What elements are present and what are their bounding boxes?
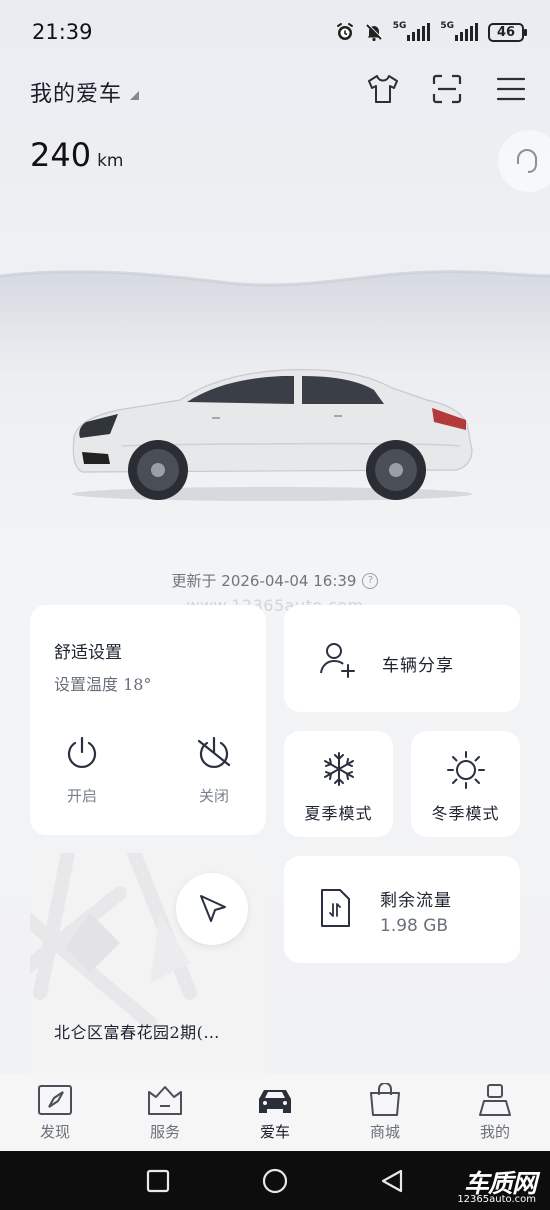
vehicle-share-card[interactable]: 车辆分享 — [284, 605, 520, 712]
dropdown-icon — [130, 90, 140, 100]
navigation-arrow-icon — [200, 895, 226, 922]
circle-icon — [262, 1168, 288, 1194]
comfort-on-label: 开启 — [66, 787, 97, 805]
tab-label: 爱车 — [259, 1123, 290, 1141]
power-icon — [67, 736, 97, 768]
car-image — [72, 369, 473, 501]
vehicle-share-label: 车辆分享 — [382, 656, 454, 676]
power-off-icon — [197, 736, 231, 768]
car-icon — [259, 1090, 291, 1113]
mute-icon — [364, 22, 384, 42]
tab-label: 商城 — [369, 1123, 400, 1141]
update-timestamp: 更新于 2026-04-04 16:39 ? — [0, 570, 550, 591]
profile-icon — [479, 1084, 511, 1116]
headset-icon — [517, 149, 537, 173]
comfort-title: 舒适设置 — [54, 643, 122, 663]
tab-profile[interactable]: 我的 — [440, 1073, 550, 1151]
square-icon — [146, 1169, 170, 1193]
navigate-button[interactable] — [176, 873, 248, 945]
page-title: 我的爱车 — [30, 82, 123, 107]
summer-mode-label: 夏季模式 — [304, 804, 373, 823]
winter-mode-button[interactable]: 冬季模式 — [411, 731, 520, 837]
comfort-off-label: 关闭 — [198, 787, 229, 805]
tab-mall[interactable]: 商城 — [330, 1073, 440, 1151]
brand-sub: 12365auto.com — [457, 1194, 536, 1205]
car-selector[interactable]: 我的爱车 — [30, 76, 140, 108]
shopping-bag-icon — [370, 1083, 400, 1116]
mileage-unit: km — [97, 151, 124, 171]
tab-my-car[interactable]: 爱车 — [220, 1073, 330, 1151]
status-time: 21:39 — [32, 20, 93, 44]
comfort-settings-card[interactable]: 舒适设置 设置温度 18° 开启 关闭 — [30, 605, 266, 835]
add-user-icon — [320, 643, 355, 678]
summer-mode-button[interactable]: 夏季模式 — [284, 731, 393, 837]
map-card[interactable]: 北仑区富春花园2期(… — [30, 853, 266, 1093]
header: 我的爱车 — [0, 70, 550, 112]
signal-5g-icon: 5G — [440, 21, 479, 41]
mileage: 240 km — [30, 136, 123, 174]
tab-bar: 发现 服务 爱车 商城 我的 — [0, 1073, 550, 1151]
tab-label: 服务 — [149, 1123, 180, 1141]
data-plan-title: 剩余流量 — [380, 891, 452, 911]
status-bar: 21:39 5G 5G 46 — [0, 0, 550, 66]
winter-mode-label: 冬季模式 — [431, 804, 500, 823]
update-text: 更新于 2026-04-04 16:39 — [171, 572, 357, 590]
tab-label: 发现 — [39, 1123, 70, 1141]
status-icons: 5G 5G 46 — [335, 21, 527, 42]
signal-5g-icon: 5G — [392, 21, 432, 41]
comfort-off-button[interactable]: 关闭 — [184, 735, 244, 806]
tab-discover[interactable]: 发现 — [0, 1073, 110, 1151]
data-plan-card[interactable]: 剩余流量 1.98 GB — [284, 856, 520, 963]
sim-card-icon — [321, 889, 350, 927]
comfort-temperature: 设置温度 18° — [54, 675, 152, 694]
sun-icon — [446, 751, 485, 789]
home-button[interactable] — [261, 1167, 289, 1195]
alarm-icon — [335, 22, 355, 42]
triangle-back-icon — [381, 1169, 403, 1193]
snowflake-icon — [323, 752, 354, 786]
signal-label: 5G — [392, 21, 407, 31]
brand-watermark-logo: 车质网 12365auto.com — [452, 1164, 544, 1208]
data-plan-value: 1.98 GB — [380, 916, 449, 936]
map-address: 北仑区富春花园2期(… — [54, 1023, 220, 1042]
recents-button[interactable] — [144, 1167, 172, 1195]
compass-icon — [38, 1085, 72, 1115]
help-icon[interactable]: ? — [362, 572, 379, 589]
shirt-icon[interactable] — [364, 70, 402, 108]
menu-icon[interactable] — [492, 70, 530, 108]
service-icon — [148, 1086, 182, 1115]
assistant-button[interactable] — [498, 130, 550, 192]
comfort-on-button[interactable]: 开启 — [52, 735, 112, 806]
scan-icon[interactable] — [428, 70, 466, 108]
tab-label: 我的 — [479, 1123, 510, 1141]
mileage-value: 240 — [30, 136, 92, 174]
battery-icon: 46 — [488, 22, 527, 42]
back-button[interactable] — [378, 1167, 406, 1195]
tab-service[interactable]: 服务 — [110, 1073, 220, 1151]
signal-label: 5G — [440, 21, 454, 31]
